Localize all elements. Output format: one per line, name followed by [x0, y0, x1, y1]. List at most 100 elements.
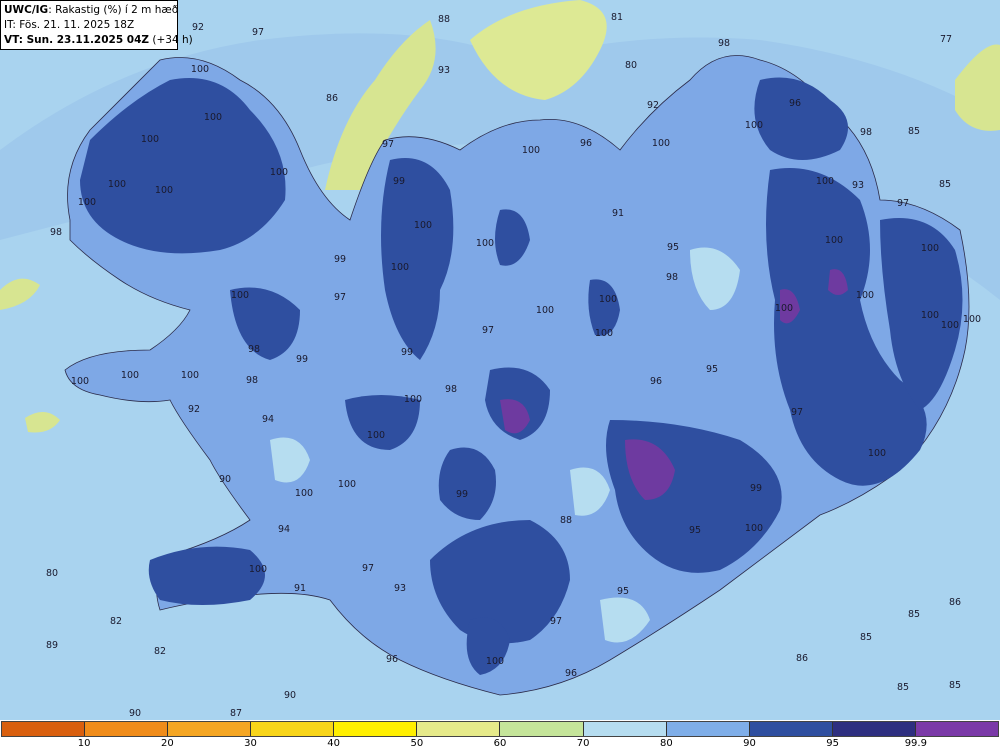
legend-bar — [1, 721, 999, 737]
legend-swatch — [168, 722, 252, 736]
contour-value: 92 — [188, 404, 200, 415]
legend-tick-label: 99.9 — [904, 738, 927, 749]
contour-value: 99 — [750, 483, 762, 494]
contour-value: 97 — [791, 407, 803, 418]
contour-value: 100 — [595, 328, 613, 339]
contour-value: 85 — [939, 179, 951, 190]
contour-value: 100 — [941, 320, 959, 331]
contour-value: 82 — [154, 646, 166, 657]
it-line: IT: Fös. 21. 11. 2025 18Z — [4, 19, 135, 31]
contour-value: 100 — [367, 430, 385, 441]
contour-value: 100 — [231, 290, 249, 301]
contour-value: 100 — [108, 179, 126, 190]
contour-value: 100 — [270, 167, 288, 178]
legend-swatch — [500, 722, 584, 736]
contour-value: 85 — [897, 682, 909, 693]
contour-value: 96 — [565, 668, 577, 679]
legend-swatch — [251, 722, 335, 736]
contour-value: 85 — [949, 680, 961, 691]
contour-value: 95 — [689, 525, 701, 536]
contour-value: 97 — [897, 198, 909, 209]
contour-value: 81 — [611, 12, 623, 23]
legend-tick-label: 80 — [659, 738, 673, 749]
contour-value: 100 — [71, 376, 89, 387]
contour-value: 97 — [362, 563, 374, 574]
contour-value: 100 — [921, 310, 939, 321]
color-legend: 10 20 30 40 50 60 70 80 90 95 99.9 — [0, 720, 1000, 750]
contour-value: 98 — [666, 272, 678, 283]
legend-tick-label: 30 — [244, 738, 257, 749]
contour-value: 90 — [219, 474, 231, 485]
contour-value: 100 — [155, 185, 173, 196]
contour-value: 100 — [921, 243, 939, 254]
contour-value: 100 — [338, 479, 356, 490]
model-name: UWC/IG — [4, 4, 49, 16]
contour-value: 80 — [46, 568, 58, 579]
contour-value: 99 — [334, 254, 346, 265]
contour-value: 86 — [796, 653, 808, 664]
legend-swatch — [666, 722, 750, 736]
legend-swatch — [334, 722, 418, 736]
contour-value: 98 — [718, 38, 730, 49]
contour-value: 100 — [599, 294, 617, 305]
contour-value: 88 — [438, 14, 450, 25]
contour-value: 100 — [486, 656, 504, 667]
contour-value: 97 — [334, 292, 346, 303]
contour-value: 97 — [382, 139, 394, 150]
contour-value: 100 — [856, 290, 874, 301]
contour-value: 96 — [650, 376, 662, 387]
contour-value: 89 — [46, 640, 58, 651]
contour-value: 82 — [110, 616, 122, 627]
contour-value: 100 — [204, 112, 222, 123]
contour-value: 98 — [50, 227, 62, 238]
contour-value: 90 — [284, 690, 296, 701]
legend-swatch — [749, 722, 833, 736]
contour-value: 95 — [667, 242, 679, 253]
contour-value: 98 — [445, 384, 457, 395]
legend-swatch — [417, 722, 501, 736]
info-box: UWC/IG: Rakastig (%) í 2 m hæð IT: Fös. … — [0, 0, 193, 50]
contour-value: 98 — [248, 344, 260, 355]
contour-value: 100 — [191, 64, 209, 75]
legend-swatch — [832, 722, 916, 736]
contour-value: 91 — [612, 208, 624, 219]
contour-value: 100 — [78, 197, 96, 208]
contour-value: 100 — [745, 120, 763, 131]
contour-value: 100 — [476, 238, 494, 249]
legend-tick-label: 20 — [160, 738, 174, 749]
contour-value: 85 — [908, 609, 920, 620]
contour-value: 92 — [192, 22, 204, 33]
contour-value: 100 — [775, 303, 793, 314]
legend-swatch — [915, 722, 998, 736]
legend-swatch — [85, 722, 169, 736]
contour-value: 97 — [252, 27, 264, 38]
legend-swatch — [583, 722, 667, 736]
contour-value: 86 — [326, 93, 338, 104]
contour-value: 100 — [652, 138, 670, 149]
contour-value: 96 — [580, 138, 592, 149]
legend-tick-label: 90 — [743, 738, 756, 749]
contour-value: 100 — [745, 523, 763, 534]
contour-value: 92 — [647, 100, 659, 111]
variable-name: : Rakastig (%) í 2 m hæð — [48, 4, 179, 16]
legend-swatch — [2, 722, 86, 736]
contour-value: 93 — [394, 583, 406, 594]
contour-value: 100 — [963, 314, 981, 325]
contour-value: 93 — [438, 65, 450, 76]
legend-tick-label: 95 — [826, 738, 840, 749]
contour-value: 97 — [482, 325, 494, 336]
contour-value: 100 — [181, 370, 199, 381]
contour-value: 80 — [625, 60, 637, 71]
contour-value: 85 — [860, 632, 872, 643]
legend-tick-label: 50 — [410, 738, 424, 749]
contour-value: 100 — [249, 564, 267, 575]
contour-value: 100 — [522, 145, 540, 156]
contour-value: 100 — [391, 262, 409, 273]
contour-value: 99 — [401, 347, 413, 358]
humidity-map: 92 97 88 81 80 77 100 93 86 98 100 96 100 92 100 98 85 10… — [0, 0, 1000, 720]
legend-tick-label: 60 — [493, 738, 507, 749]
contour-value: 100 — [404, 394, 422, 405]
contour-value: 94 — [262, 414, 274, 425]
contour-value: 85 — [908, 126, 920, 137]
contour-value: 96 — [386, 654, 398, 665]
